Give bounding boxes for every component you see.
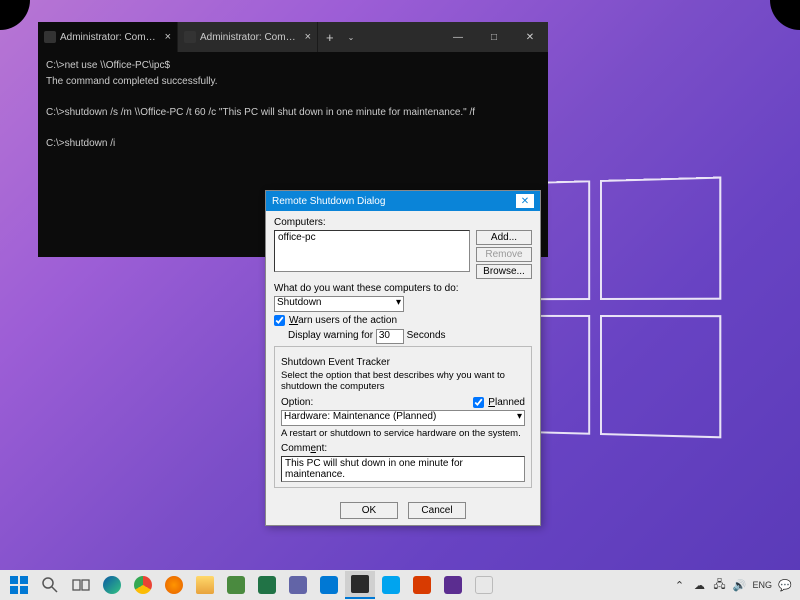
browse-button[interactable]: Browse... <box>476 264 532 279</box>
edge-icon[interactable] <box>97 571 127 599</box>
task-view-icon[interactable] <box>66 571 96 599</box>
app-icon[interactable] <box>221 571 251 599</box>
seconds-label: Seconds <box>407 330 446 341</box>
close-icon[interactable]: ✕ <box>516 194 534 208</box>
terminal-tab-title: Administrator: Command Prom <box>60 32 161 43</box>
app-icon[interactable] <box>252 571 282 599</box>
remote-shutdown-dialog: Remote Shutdown Dialog ✕ Computers: offi… <box>265 190 541 526</box>
seconds-input[interactable]: 30 <box>376 329 404 344</box>
terminal-taskbar-icon[interactable] <box>345 571 375 599</box>
explorer-icon[interactable] <box>190 571 220 599</box>
option-description: A restart or shutdown to service hardwar… <box>281 428 525 439</box>
option-select[interactable]: Hardware: Maintenance (Planned)▾ <box>281 410 525 426</box>
chrome-icon[interactable] <box>128 571 158 599</box>
warn-users-checkbox[interactable] <box>274 315 285 326</box>
app-icon[interactable] <box>314 571 344 599</box>
notifications-icon[interactable]: 💬 <box>778 578 792 592</box>
dialog-titlebar[interactable]: Remote Shutdown Dialog ✕ <box>266 191 540 211</box>
event-tracker-group: Shutdown Event Tracker Select the option… <box>274 346 532 488</box>
minimize-button[interactable]: — <box>440 22 476 52</box>
app-icon[interactable] <box>438 571 468 599</box>
close-icon[interactable]: × <box>165 31 171 43</box>
computers-item[interactable]: office-pc <box>278 232 316 243</box>
app-icon[interactable] <box>283 571 313 599</box>
system-tray: ⌃ ☁ 🖧 🔊 ENG 1:12 PM 💬 <box>672 578 796 592</box>
action-label: What do you want these computers to do: <box>274 283 532 294</box>
language-indicator[interactable]: ENG <box>752 580 772 590</box>
computers-label: Computers: <box>274 217 532 228</box>
comment-textarea[interactable]: This PC will shut down in one minute for… <box>281 456 525 482</box>
tray-chevron-icon[interactable]: ⌃ <box>672 578 686 592</box>
tracker-title: Shutdown Event Tracker <box>281 357 525 368</box>
app-icon[interactable] <box>376 571 406 599</box>
start-button[interactable] <box>4 571 34 599</box>
option-label: Option: <box>281 397 313 408</box>
cmd-icon <box>44 31 56 43</box>
planned-checkbox[interactable] <box>473 397 484 408</box>
maximize-button[interactable]: □ <box>476 22 512 52</box>
taskbar[interactable]: ⌃ ☁ 🖧 🔊 ENG 1:12 PM 💬 <box>0 570 800 600</box>
close-button[interactable]: ✕ <box>512 22 548 52</box>
terminal-tab-2[interactable]: Administrator: Command Prom × <box>178 22 318 52</box>
close-icon[interactable]: × <box>305 31 311 43</box>
ok-button[interactable]: OK <box>340 502 398 519</box>
warn-users-label: Warn users of the action <box>289 315 397 326</box>
chevron-down-icon: ▾ <box>517 411 522 422</box>
tab-dropdown-button[interactable]: ⌄ <box>342 22 361 52</box>
new-tab-button[interactable]: + <box>318 22 342 52</box>
dialog-title: Remote Shutdown Dialog <box>272 196 385 207</box>
search-icon[interactable] <box>35 571 65 599</box>
volume-icon[interactable]: 🔊 <box>732 578 746 592</box>
action-select[interactable]: Shutdown ▾ <box>274 296 404 312</box>
comment-label: Comment: <box>281 443 525 454</box>
planned-label: Planned <box>488 397 525 408</box>
onedrive-icon[interactable]: ☁ <box>692 578 706 592</box>
app-icon[interactable] <box>407 571 437 599</box>
remove-button[interactable]: Remove <box>476 247 532 262</box>
terminal-titlebar[interactable]: Administrator: Command Prom × Administra… <box>38 22 548 52</box>
terminal-tab-title: Administrator: Command Prom <box>200 32 301 43</box>
terminal-tab-1[interactable]: Administrator: Command Prom × <box>38 22 178 52</box>
tracker-description: Select the option that best describes wh… <box>281 370 525 393</box>
computers-listbox[interactable]: office-pc <box>274 230 470 272</box>
app-icon[interactable] <box>469 571 499 599</box>
chevron-down-icon: ▾ <box>396 297 401 308</box>
cmd-icon <box>184 31 196 43</box>
display-warning-label: Display warning for <box>288 330 373 341</box>
add-button[interactable]: Add... <box>476 230 532 245</box>
firefox-icon[interactable] <box>159 571 189 599</box>
cancel-button[interactable]: Cancel <box>408 502 466 519</box>
network-icon[interactable]: 🖧 <box>712 578 726 592</box>
